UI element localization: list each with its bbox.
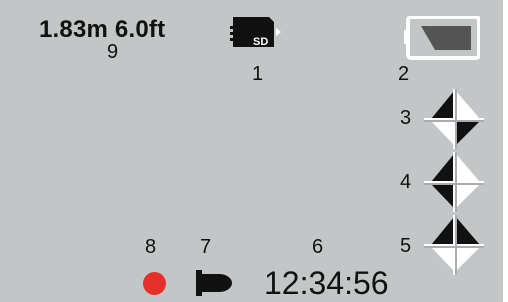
legend-number-2: 2: [398, 63, 410, 85]
rotation-cross-icon: [424, 215, 484, 275]
legend-number-3: 3: [400, 107, 412, 129]
legend-number-5: 5: [400, 235, 412, 257]
sd-card-label: SD: [253, 36, 268, 48]
legend-number-1: 1: [252, 63, 264, 85]
legend-number-6: 6: [312, 236, 324, 258]
camera-display-screen: 1.83m 6.0ft 9 SD 1 2 3 4 5 8 7 6 12:34:5…: [0, 0, 503, 302]
time-readout: 12:34:56: [264, 265, 389, 301]
depth-readout: 1.83m 6.0ft: [39, 16, 166, 43]
legend-number-9: 9: [107, 41, 119, 63]
sd-card-icon: SD: [230, 17, 281, 48]
rotation-cross-icon: [424, 152, 484, 212]
light-icon: [196, 270, 232, 296]
record-dot-icon: [143, 272, 166, 295]
legend-number-8: 8: [145, 236, 157, 258]
legend-number-7: 7: [200, 236, 212, 258]
legend-number-4: 4: [400, 171, 412, 193]
rotation-cross-icon: [424, 89, 484, 149]
battery-icon: [404, 16, 480, 60]
